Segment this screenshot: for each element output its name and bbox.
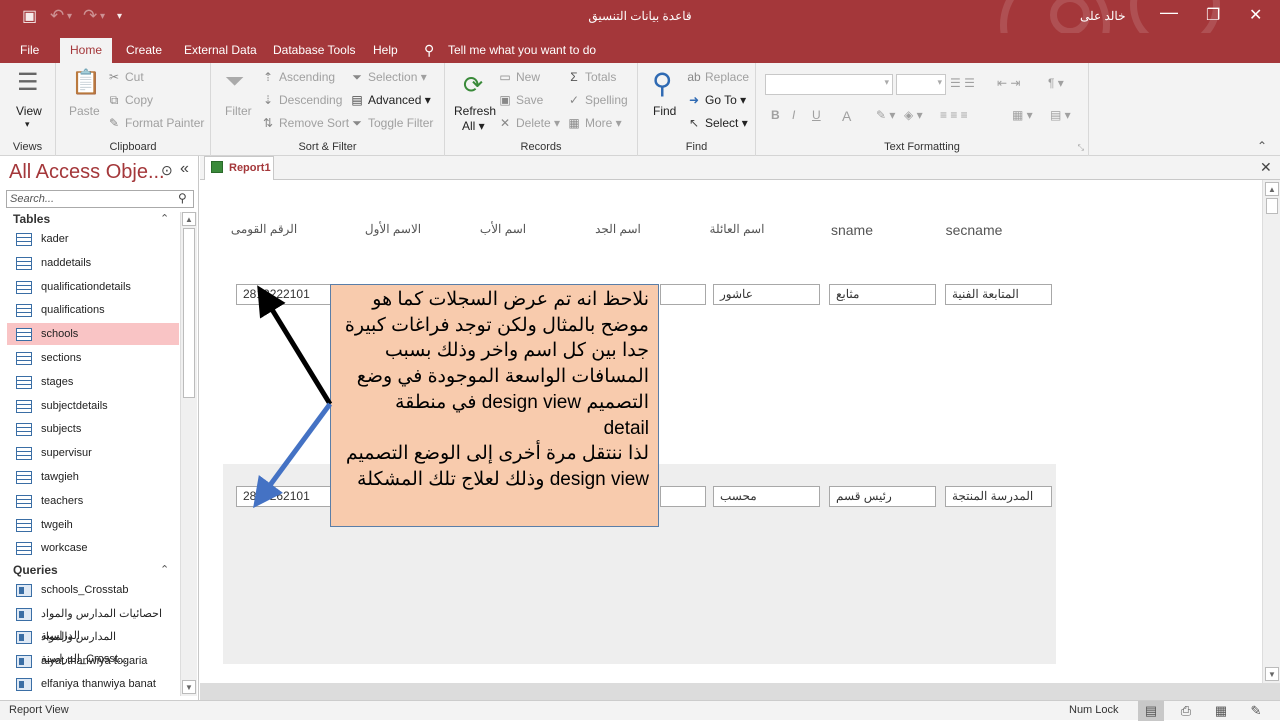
print-preview-icon[interactable]: ⎙ (1173, 701, 1199, 721)
layout-view-icon[interactable]: ▦ (1208, 701, 1234, 721)
status-bar: Report View Num Lock ▤ ⎙ ▦ ✎ (0, 700, 1280, 721)
annotation-arrows (253, 285, 333, 509)
arrow-blue (253, 402, 333, 509)
scroll-down-icon[interactable]: ▼ (1265, 667, 1279, 681)
report-vertical-scrollbar[interactable]: ▲ ▼ (1262, 180, 1280, 683)
report-horizontal-scrollbar[interactable] (200, 683, 1280, 700)
scroll-up-icon[interactable]: ▲ (1265, 182, 1279, 196)
status-view-text: Report View (9, 704, 69, 716)
arrow-black (257, 285, 333, 406)
report-view-icon[interactable]: ▤ (1138, 701, 1164, 721)
design-view-icon[interactable]: ✎ (1243, 701, 1269, 721)
num-lock-indicator: Num Lock (1069, 704, 1119, 716)
scroll-thumb[interactable] (1266, 198, 1278, 214)
